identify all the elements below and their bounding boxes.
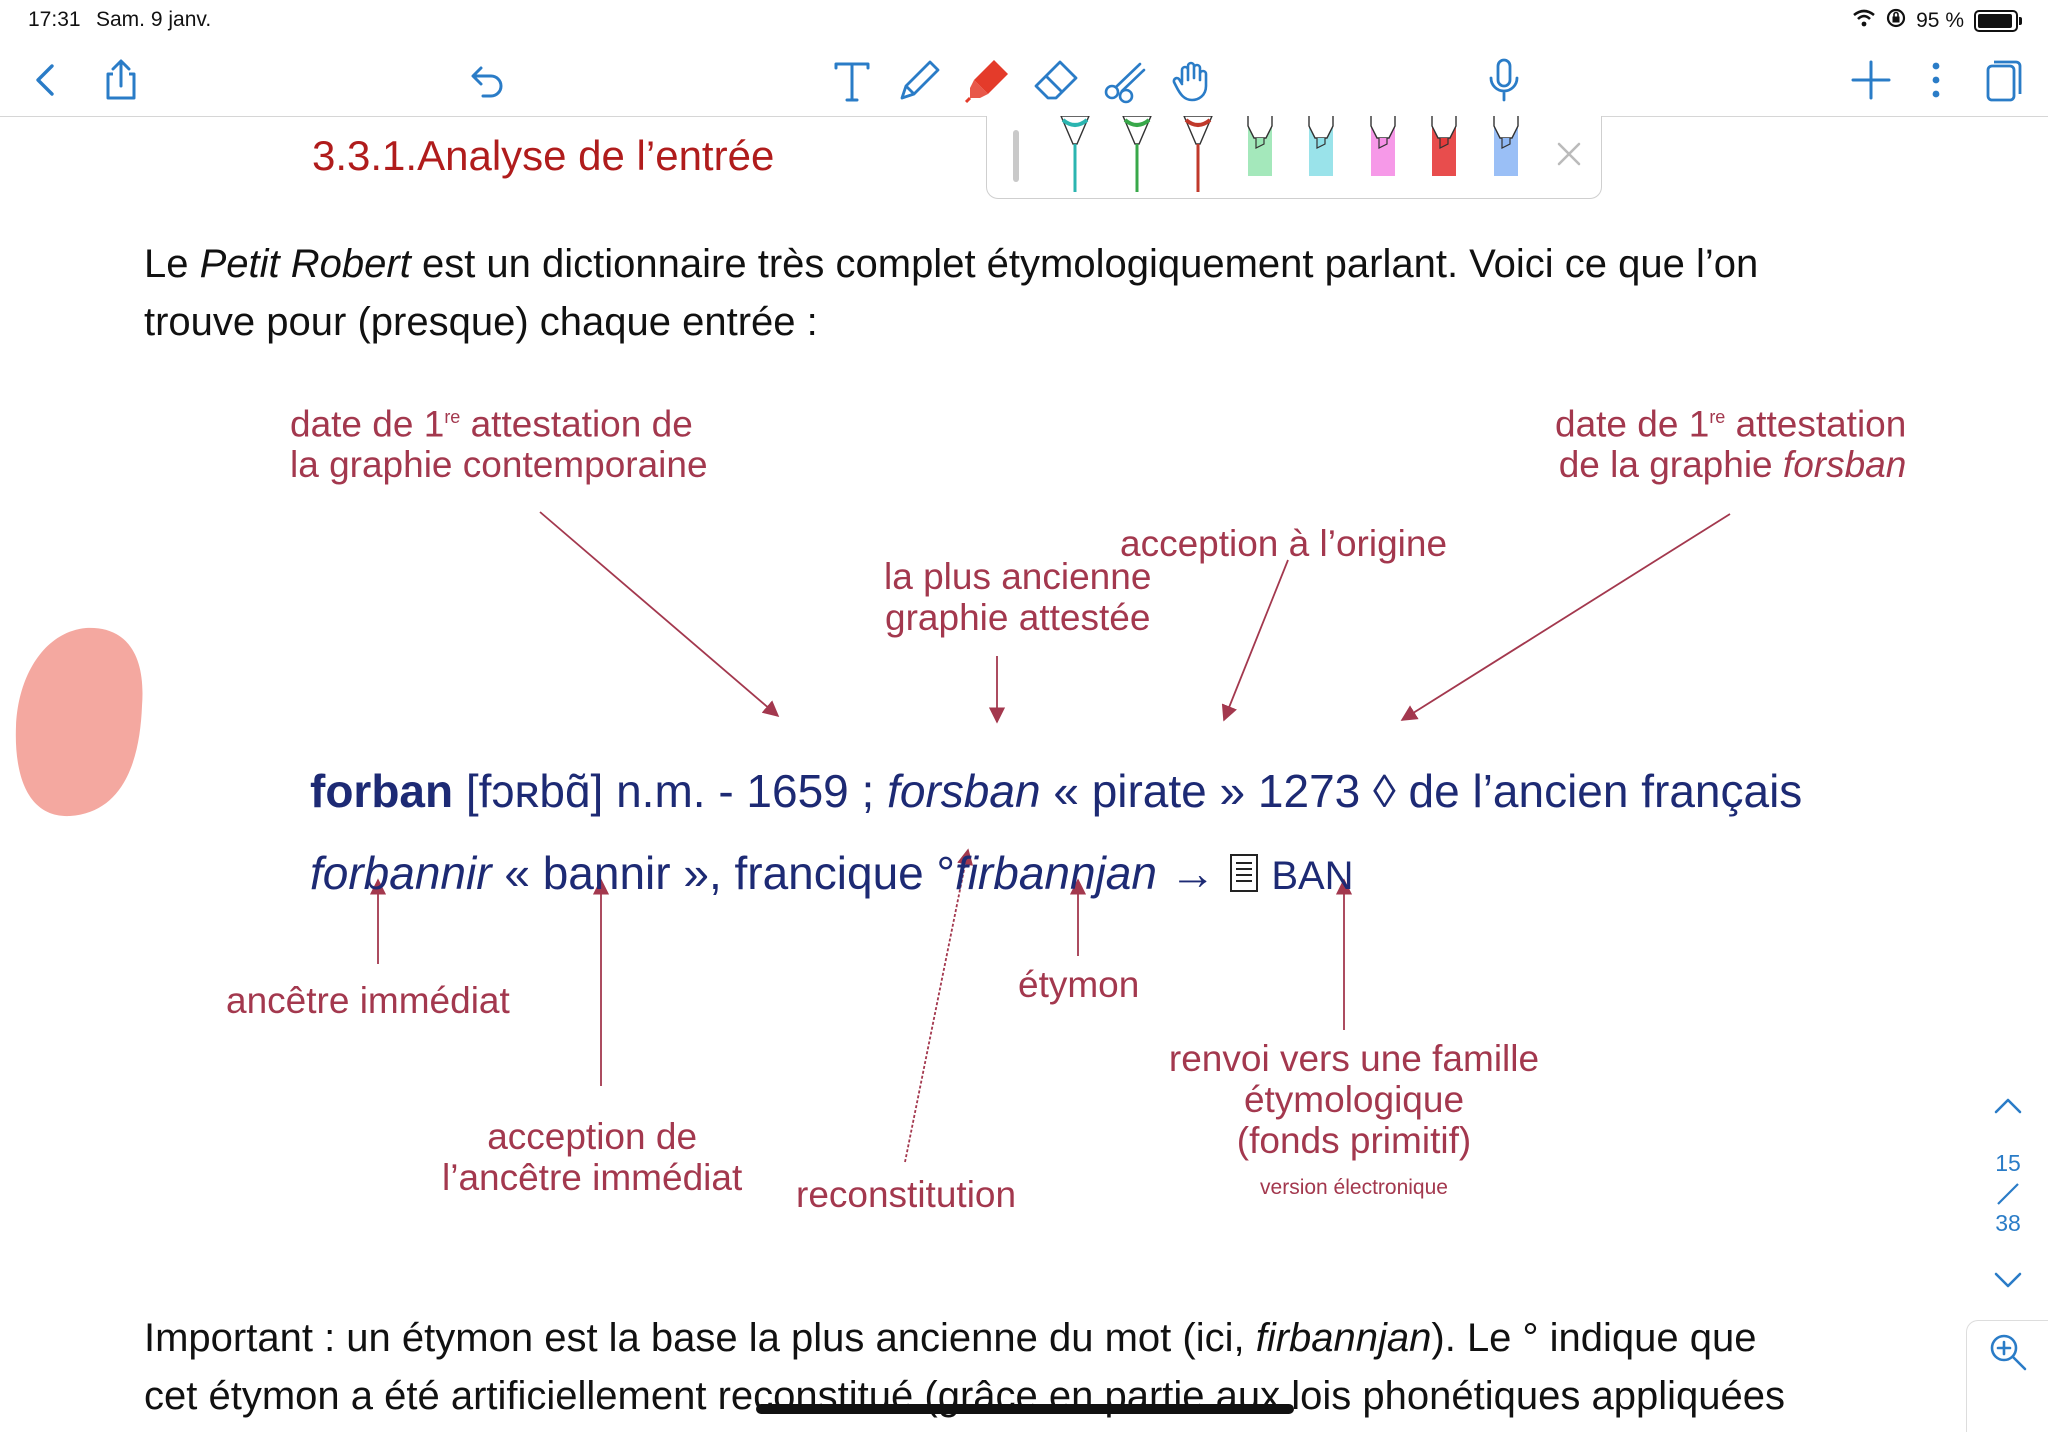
total-pages: 38 (1995, 1210, 2021, 1236)
intro-line-1: Le Petit Robert est un dictionnaire très… (144, 235, 1934, 293)
document-icon (1229, 850, 1259, 904)
page-down-icon[interactable] (1988, 1262, 2028, 1298)
intro-line-2: trouve pour (presque) chaque entrée : (144, 300, 818, 344)
hand-tool-icon[interactable] (1164, 52, 1220, 108)
microphone-icon[interactable] (1476, 52, 1532, 108)
close-tray-icon[interactable] (1553, 138, 1585, 170)
zoom-in-icon[interactable] (1987, 1331, 2029, 1373)
pen-tray (986, 115, 1602, 199)
back-icon[interactable] (18, 52, 74, 108)
status-right: 95 % (1852, 8, 2022, 34)
pen-swatch-5[interactable] (1301, 116, 1341, 192)
ann-plus-ancienne: la plus ancienne graphie attestée (884, 556, 1152, 638)
ann-date-forsban: date de 1re attestation de la graphie fo… (1555, 403, 1907, 486)
ann-reconstitution: reconstitution (796, 1174, 1017, 1215)
battery-icon (1974, 10, 2022, 32)
undo-icon[interactable] (459, 52, 515, 108)
highlighter-tool-icon[interactable] (960, 52, 1016, 108)
intro-text-rest: est un dictionnaire très complet étymolo… (410, 242, 1759, 286)
status-date: Sam. 9 janv. (96, 8, 212, 31)
add-icon[interactable] (1843, 52, 1899, 108)
pen-swatch-4[interactable] (1240, 116, 1280, 192)
status-bar: 17:31 Sam. 9 janv. 95 % (0, 0, 2048, 40)
pen-swatch-8[interactable] (1486, 116, 1526, 192)
wifi-icon (1852, 9, 1876, 33)
current-page: 15 (1995, 1150, 2021, 1176)
pen-swatch-7[interactable] (1424, 116, 1464, 192)
status-time: 17:31 (28, 8, 81, 31)
pen-swatch-2[interactable] (1117, 115, 1157, 192)
orientation-lock-icon (1886, 8, 1906, 34)
pages-icon[interactable] (1974, 52, 2030, 108)
home-indicator[interactable] (756, 1404, 1294, 1414)
pen-tool-icon[interactable] (892, 52, 948, 108)
arrow-acception-origine (1221, 559, 1289, 722)
page-up-icon[interactable] (1988, 1088, 2028, 1124)
more-icon[interactable] (1908, 52, 1964, 108)
intro-italic-title: Petit Robert (199, 242, 411, 286)
etymology-figure: date de 1re attestation de la graphie co… (0, 380, 2048, 1240)
ann-acception-ancetre: acception de l’ancêtre immédiat (442, 1116, 743, 1198)
zoom-button[interactable] (1966, 1320, 2048, 1432)
arrow-date-contemporaine (539, 511, 780, 718)
pen-swatch-3[interactable] (1178, 115, 1218, 192)
text-tool-icon[interactable] (824, 52, 880, 108)
ann-renvoi: renvoi vers une famille étymologique (fo… (1168, 1038, 1540, 1199)
ann-ancetre-immediat: ancêtre immédiat (226, 980, 510, 1021)
entry-line-2: forbannir « bannir », francique °firbann… (310, 846, 1354, 904)
lasso-tool-icon[interactable] (1096, 52, 1152, 108)
toolbar (0, 40, 2048, 117)
intro-text: Le (144, 242, 200, 286)
page-separator (1994, 1180, 2022, 1208)
share-icon[interactable] (93, 52, 149, 108)
important-line-1: Important : un étymon est la base la plu… (144, 1316, 1757, 1360)
pen-swatch-6[interactable] (1363, 116, 1403, 192)
entry-headword: forban (310, 765, 454, 817)
pen-swatch-1[interactable] (1055, 115, 1095, 192)
battery-percent: 95 % (1916, 9, 1964, 32)
eraser-tool-icon[interactable] (1028, 52, 1084, 108)
ann-date-contemporaine: date de 1re attestation de la graphie co… (290, 403, 708, 486)
ann-etymon: étymon (1018, 964, 1140, 1005)
arrow-date-forsban (1400, 513, 1731, 721)
tray-drag-handle[interactable] (1013, 130, 1019, 182)
ann-acception-origine: acception à l’origine (1120, 523, 1448, 564)
section-heading: 3.3.1.Analyse de l’entrée (312, 132, 775, 179)
entry-line-1: forban [fɔʀbɑ̃] n.m. - 1659 ; forsban « … (310, 765, 1803, 817)
important-line-2: cet étymon a été artificiellement recons… (144, 1374, 1785, 1418)
